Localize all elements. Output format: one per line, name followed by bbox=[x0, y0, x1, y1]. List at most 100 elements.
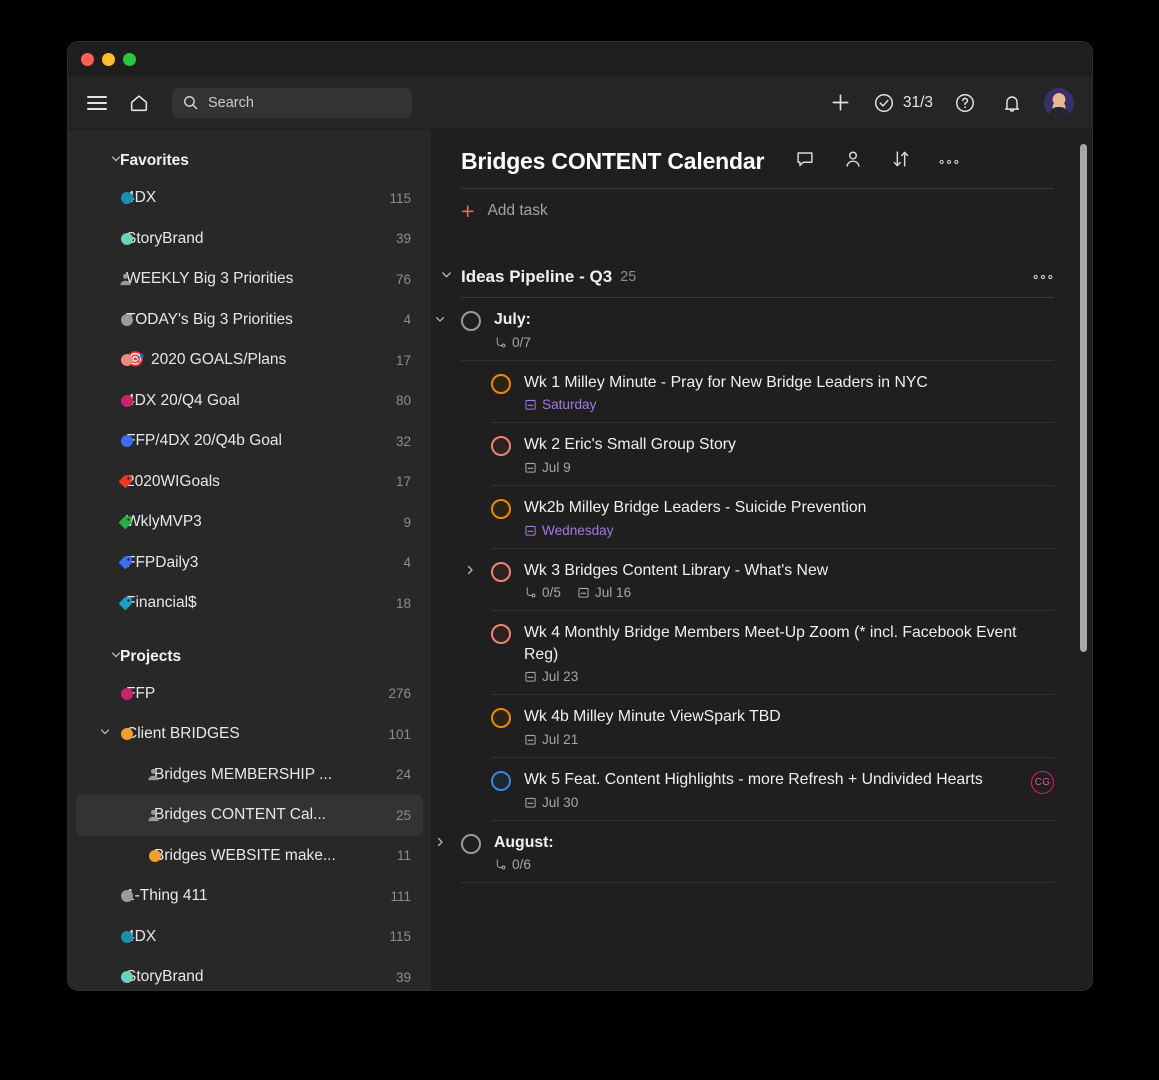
add-task-button[interactable]: + Add task bbox=[461, 189, 1054, 233]
section-more-button[interactable] bbox=[1032, 268, 1054, 286]
chevron-right-icon[interactable] bbox=[463, 563, 477, 582]
task-subtask-count[interactable]: 0/5 bbox=[524, 585, 561, 600]
karma-button[interactable]: 31/3 bbox=[873, 92, 933, 114]
project-more-button[interactable] bbox=[938, 153, 960, 171]
menu-button[interactable] bbox=[82, 88, 112, 118]
task-meta: Jul 30 bbox=[524, 795, 1021, 810]
sidebar-item-ffp[interactable]: FFP 276 bbox=[76, 674, 423, 715]
sidebar-item-count: 17 bbox=[395, 474, 411, 490]
task-row[interactable]: Wk 4b Milley Minute ViewSpark TBD Jul 21 bbox=[491, 695, 1054, 759]
sidebar-item-2020-goals-plans[interactable]: 🎯 2020 GOALS/Plans 17 bbox=[76, 340, 423, 381]
task-title: July: bbox=[494, 311, 531, 328]
sidebar-item-financial[interactable]: Financial$ 18 bbox=[76, 583, 423, 624]
meta-label: 0/5 bbox=[542, 585, 561, 601]
add-button[interactable] bbox=[826, 88, 856, 118]
avatar[interactable] bbox=[1044, 87, 1074, 118]
sidebar-item-4dx[interactable]: 4DX 115 bbox=[76, 917, 423, 958]
task-assignee[interactable]: CG bbox=[1031, 769, 1054, 810]
sidebar-section-projects[interactable]: Projects bbox=[68, 640, 431, 674]
minimize-window-button[interactable] bbox=[102, 52, 115, 66]
task-row[interactable]: August: 0/6 bbox=[437, 821, 1054, 884]
task-checkbox[interactable] bbox=[491, 771, 511, 792]
close-window-button[interactable] bbox=[81, 52, 94, 66]
chevron-right-icon[interactable] bbox=[433, 835, 447, 854]
task-checkbox[interactable] bbox=[461, 311, 481, 331]
task-subtask-count[interactable]: 0/7 bbox=[494, 335, 531, 350]
sidebar-item-storybrand[interactable]: StoryBrand 39 bbox=[76, 219, 423, 260]
task-checkbox[interactable] bbox=[491, 498, 511, 519]
search-input[interactable]: Search bbox=[172, 87, 412, 118]
sidebar-item-4dx[interactable]: 4DX 115 bbox=[76, 178, 423, 219]
sidebar-item-weekly-big-3-priorities[interactable]: WEEKLY Big 3 Priorities 76 bbox=[76, 259, 423, 300]
sidebar-item-label: Client BRIDGES bbox=[126, 725, 240, 743]
tag-icon bbox=[118, 596, 133, 611]
task-row[interactable]: Wk 1 Milley Minute - Pray for New Bridge… bbox=[491, 361, 1054, 424]
task-row[interactable]: July: 0/7 bbox=[435, 298, 1054, 361]
sidebar-item-4dx-20-q4-goal[interactable]: 4DX 20/Q4 Goal 80 bbox=[76, 381, 423, 422]
sidebar-item-count: 11 bbox=[396, 848, 411, 864]
task-checkbox[interactable] bbox=[491, 624, 511, 645]
color-dot-icon bbox=[121, 687, 133, 700]
task-due-date[interactable]: Saturday bbox=[524, 397, 596, 412]
sidebar-item-wklymvp3[interactable]: WklyMVP3 9 bbox=[76, 502, 423, 543]
maximize-window-button[interactable] bbox=[123, 52, 136, 66]
sidebar-item-bridges-membership[interactable]: Bridges MEMBERSHIP ... 24 bbox=[76, 755, 423, 796]
color-dot-icon bbox=[149, 849, 161, 862]
task-due-date[interactable]: Jul 16 bbox=[577, 585, 631, 600]
home-button[interactable] bbox=[124, 88, 154, 118]
sidebar-section-favorites[interactable]: Favorites bbox=[68, 144, 431, 178]
sort-button[interactable] bbox=[890, 148, 912, 175]
page-title: Bridges CONTENT Calendar bbox=[461, 148, 765, 174]
sidebar-item-label: 4DX 20/Q4 Goal bbox=[126, 391, 240, 409]
color-dot bbox=[121, 394, 133, 407]
task-row[interactable]: Wk 4 Monthly Bridge Members Meet-Up Zoom… bbox=[491, 611, 1054, 696]
task-section: Ideas Pipeline - Q3 25 July: 0/7 Wk 1 Mill… bbox=[435, 267, 1054, 884]
color-dot-icon bbox=[121, 354, 133, 367]
task-row[interactable]: Wk 3 Bridges Content Library - What's Ne… bbox=[467, 549, 1054, 612]
task-checkbox[interactable] bbox=[491, 561, 511, 582]
section-header: Ideas Pipeline - Q3 25 bbox=[442, 267, 1054, 287]
sidebar-item-count: 32 bbox=[395, 433, 411, 449]
sidebar-item-bridges-content-cal[interactable]: Bridges CONTENT Cal... 25 bbox=[76, 795, 423, 836]
task-body: Wk 5 Feat. Content Highlights - more Ref… bbox=[524, 769, 1021, 810]
task-checkbox[interactable] bbox=[461, 833, 481, 854]
comments-button[interactable] bbox=[794, 148, 816, 175]
task-due-date[interactable]: Jul 23 bbox=[524, 669, 578, 684]
task-checkbox[interactable] bbox=[491, 708, 511, 729]
chevron-down-icon[interactable] bbox=[433, 312, 447, 331]
sidebar-item-1-thing-411[interactable]: 1-Thing 411 111 bbox=[76, 876, 423, 917]
sidebar-item-ffpdaily3[interactable]: FFPDaily3 4 bbox=[76, 543, 423, 584]
task-body: July: 0/7 bbox=[494, 309, 1054, 350]
chevron-down-icon[interactable] bbox=[439, 267, 454, 287]
vertical-scrollbar[interactable] bbox=[1080, 144, 1087, 652]
check-circle-icon bbox=[874, 93, 893, 112]
help-button[interactable] bbox=[950, 88, 980, 118]
task-meta: Jul 23 bbox=[524, 669, 1054, 684]
task-body: Wk 4b Milley Minute ViewSpark TBD Jul 21 bbox=[524, 706, 1054, 747]
task-row[interactable]: Wk 5 Feat. Content Highlights - more Ref… bbox=[491, 758, 1054, 821]
notifications-button[interactable] bbox=[997, 88, 1027, 118]
task-checkbox[interactable] bbox=[491, 373, 511, 394]
sidebar-item-storybrand[interactable]: StoryBrand 39 bbox=[76, 957, 423, 990]
sidebar-item-bridges-website-make[interactable]: Bridges WEBSITE make... 11 bbox=[76, 836, 423, 877]
sidebar-item-today-s-big-3-priorities[interactable]: TODAY's Big 3 Priorities 4 bbox=[76, 300, 423, 341]
app-body: Favorites 4DX 115 StoryBrand 39 WEEKLY Big 3… bbox=[68, 130, 1092, 990]
sidebar-item-client-bridges[interactable]: Client BRIDGES 101 bbox=[76, 714, 423, 755]
sidebar-item-2020wigoals[interactable]: 2020WIGoals 17 bbox=[76, 462, 423, 503]
share-button[interactable] bbox=[842, 148, 864, 175]
task-subtask-count[interactable]: 0/6 bbox=[494, 857, 531, 872]
sidebar-item-count: 4 bbox=[403, 555, 411, 571]
task-due-date[interactable]: Jul 21 bbox=[524, 732, 578, 747]
sidebar-item-label: 2020WIGoals bbox=[126, 472, 220, 490]
task-due-date[interactable]: Jul 9 bbox=[524, 460, 571, 475]
chevron-down-icon[interactable] bbox=[98, 725, 112, 744]
task-row[interactable]: Wk 2 Eric's Small Group Story Jul 9 bbox=[491, 423, 1054, 486]
task-row[interactable]: Wk2b Milley Bridge Leaders - Suicide Pre… bbox=[491, 486, 1054, 549]
calendar-icon bbox=[525, 672, 536, 683]
sidebar-item-ffp-4dx-20-q4b-goal[interactable]: FFP/4DX 20/Q4b Goal 32 bbox=[76, 421, 423, 462]
task-checkbox[interactable] bbox=[491, 436, 511, 457]
person-icon bbox=[846, 151, 860, 167]
task-meta: 0/6 bbox=[494, 857, 1054, 872]
task-due-date[interactable]: Wednesday bbox=[524, 523, 614, 538]
task-due-date[interactable]: Jul 30 bbox=[524, 795, 578, 810]
